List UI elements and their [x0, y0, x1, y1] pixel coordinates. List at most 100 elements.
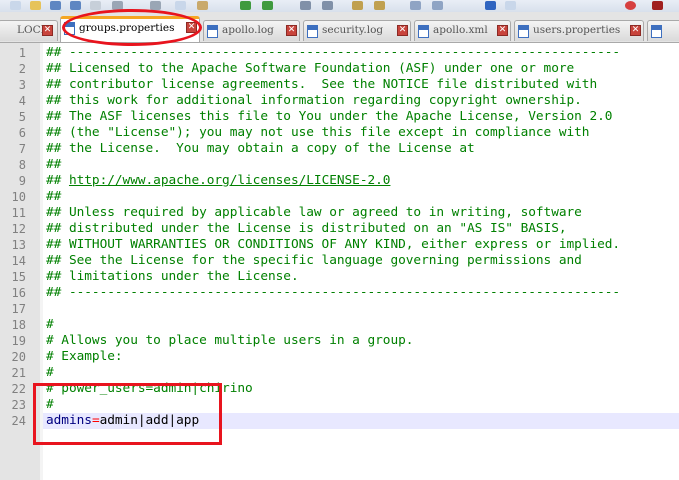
comment-text: ## the License. You may obtain a copy of… [46, 141, 475, 156]
line-number: 10 [11, 190, 26, 204]
property-value: admin|add|app [99, 413, 200, 428]
code-line[interactable]: ## Unless required by applicable law or … [46, 205, 582, 221]
code-line[interactable]: ## Licensed to the Apache Software Found… [46, 61, 574, 77]
comment-text: # [46, 365, 54, 380]
macro-record-icon[interactable] [625, 1, 636, 10]
code-line[interactable]: ## http://www.apache.org/licenses/LICENS… [46, 173, 391, 189]
copy-icon[interactable] [175, 1, 186, 10]
print-icon[interactable] [112, 1, 123, 10]
code-line[interactable]: ## distributed under the License is dist… [46, 221, 567, 237]
code-line[interactable]: ## -------------------------------------… [46, 285, 620, 301]
tab-label: security.log [322, 24, 384, 36]
comment-text: ## contributor license agreements. See t… [46, 77, 598, 92]
comment-text: ## WITHOUT WARRANTIES OR CONDITIONS OF A… [46, 237, 621, 252]
open-file-icon[interactable] [30, 1, 41, 10]
code-line[interactable]: # Example: [46, 349, 123, 365]
line-number: 8 [18, 158, 26, 172]
code-line[interactable]: ## this work for additional information … [46, 93, 582, 109]
comment-text: ## -------------------------------------… [46, 285, 621, 300]
line-number: 17 [11, 302, 26, 316]
code-line[interactable]: ## See the License for the specific lang… [46, 253, 582, 269]
comment-text: ## [46, 157, 62, 172]
undo-icon[interactable] [240, 1, 251, 10]
code-line[interactable]: # Allows you to place multiple users in … [46, 333, 413, 349]
tab-bar: LOCK ✕ groups.properties ✕ apollo.log ✕ securi… [0, 12, 679, 43]
tab-apollo-log[interactable]: apollo.log ✕ [203, 20, 300, 41]
zoom-in-icon[interactable] [352, 1, 363, 10]
close-icon[interactable]: ✕ [286, 25, 297, 36]
show-all-chars-icon[interactable] [505, 1, 516, 10]
comment-text: ## The ASF licenses this file to You und… [46, 109, 613, 124]
save-icon[interactable] [50, 1, 61, 10]
property-key: admins [46, 413, 92, 428]
line-number: 3 [18, 78, 26, 92]
line-number: 19 [11, 334, 26, 348]
cut-icon[interactable] [150, 1, 161, 10]
tab-apollo-xml[interactable]: apollo.xml ✕ [414, 20, 511, 41]
comment-text: ## See the License for the specific lang… [46, 253, 582, 268]
file-icon [207, 25, 218, 38]
file-icon [651, 25, 662, 38]
paste-icon[interactable] [197, 1, 208, 10]
close-icon[interactable]: ✕ [497, 25, 508, 36]
line-number: 23 [11, 398, 26, 412]
word-wrap-icon[interactable] [432, 1, 443, 10]
line-number: 12 [11, 222, 26, 236]
line-number: 7 [18, 142, 26, 156]
close-icon[interactable]: ✕ [186, 22, 197, 33]
find-icon[interactable] [300, 1, 311, 10]
close-icon[interactable]: ✕ [42, 25, 53, 36]
tab-overflow-partial[interactable] [647, 20, 679, 41]
line-number: 18 [11, 318, 26, 332]
file-icon [307, 25, 318, 38]
save-all-icon[interactable] [70, 1, 81, 10]
macro-stop-icon[interactable] [652, 1, 663, 10]
code-line[interactable]: ## The ASF licenses this file to You und… [46, 109, 612, 125]
file-icon [64, 22, 75, 35]
code-line[interactable]: # [46, 397, 54, 413]
indent-guide-icon[interactable] [485, 1, 496, 10]
comment-text: ## [46, 189, 62, 204]
code-line[interactable]: # power_users=admin|chirino [46, 381, 253, 397]
editor-pane[interactable]: ## -------------------------------------… [43, 43, 679, 480]
comment-text: ## limitations under the License. [46, 269, 299, 284]
new-file-icon[interactable] [10, 1, 21, 10]
zoom-out-icon[interactable] [374, 1, 385, 10]
code-line[interactable]: # [46, 317, 54, 333]
line-number: 2 [18, 62, 26, 76]
line-number: 14 [11, 254, 26, 268]
comment-text: # [46, 317, 54, 332]
tab-lock[interactable]: LOCK ✕ [0, 20, 58, 41]
tab-security-log[interactable]: security.log ✕ [303, 20, 411, 41]
replace-icon[interactable] [322, 1, 333, 10]
tab-users-properties[interactable]: users.properties ✕ [514, 20, 644, 41]
line-number: 24 [11, 414, 26, 428]
line-number-gutter: 1 2 3 4 5 6 7 8 9 10 11 12 13 14 15 16 17 18 19 20 21 22 23 24 [0, 43, 41, 480]
file-icon [518, 25, 529, 38]
sync-scroll-icon[interactable] [410, 1, 421, 10]
code-line[interactable]: ## limitations under the License. [46, 269, 299, 285]
code-line[interactable]: ## contributor license agreements. See t… [46, 77, 597, 93]
code-line[interactable]: # [46, 365, 54, 381]
redo-icon[interactable] [262, 1, 273, 10]
line-number: 16 [11, 286, 26, 300]
close-icon[interactable]: ✕ [397, 25, 408, 36]
code-line[interactable]: ## (the "License"); you may not use this… [46, 125, 590, 141]
code-line[interactable]: ## [46, 157, 61, 173]
code-line[interactable]: admins=admin|add|app [46, 413, 199, 429]
code-line[interactable]: ## WITHOUT WARRANTIES OR CONDITIONS OF A… [46, 237, 620, 253]
comment-text: ## (the "License"); you may not use this… [46, 125, 590, 140]
close-icon[interactable]: ✕ [630, 25, 641, 36]
tab-label: groups.properties [79, 22, 175, 34]
equals-sign: = [91, 413, 100, 428]
code-line[interactable]: ## the License. You may obtain a copy of… [46, 141, 475, 157]
tab-groups-properties[interactable]: groups.properties ✕ [60, 16, 200, 42]
code-line[interactable]: ## [46, 189, 61, 205]
line-number: 20 [11, 350, 26, 364]
license-url-link[interactable]: http://www.apache.org/licenses/LICENSE-2… [69, 173, 391, 188]
code-line[interactable]: ## -------------------------------------… [46, 45, 620, 61]
line-number: 1 [18, 46, 26, 60]
line-number: 5 [18, 110, 26, 124]
close-file-icon[interactable] [90, 1, 101, 10]
comment-text: # Example: [46, 349, 123, 364]
